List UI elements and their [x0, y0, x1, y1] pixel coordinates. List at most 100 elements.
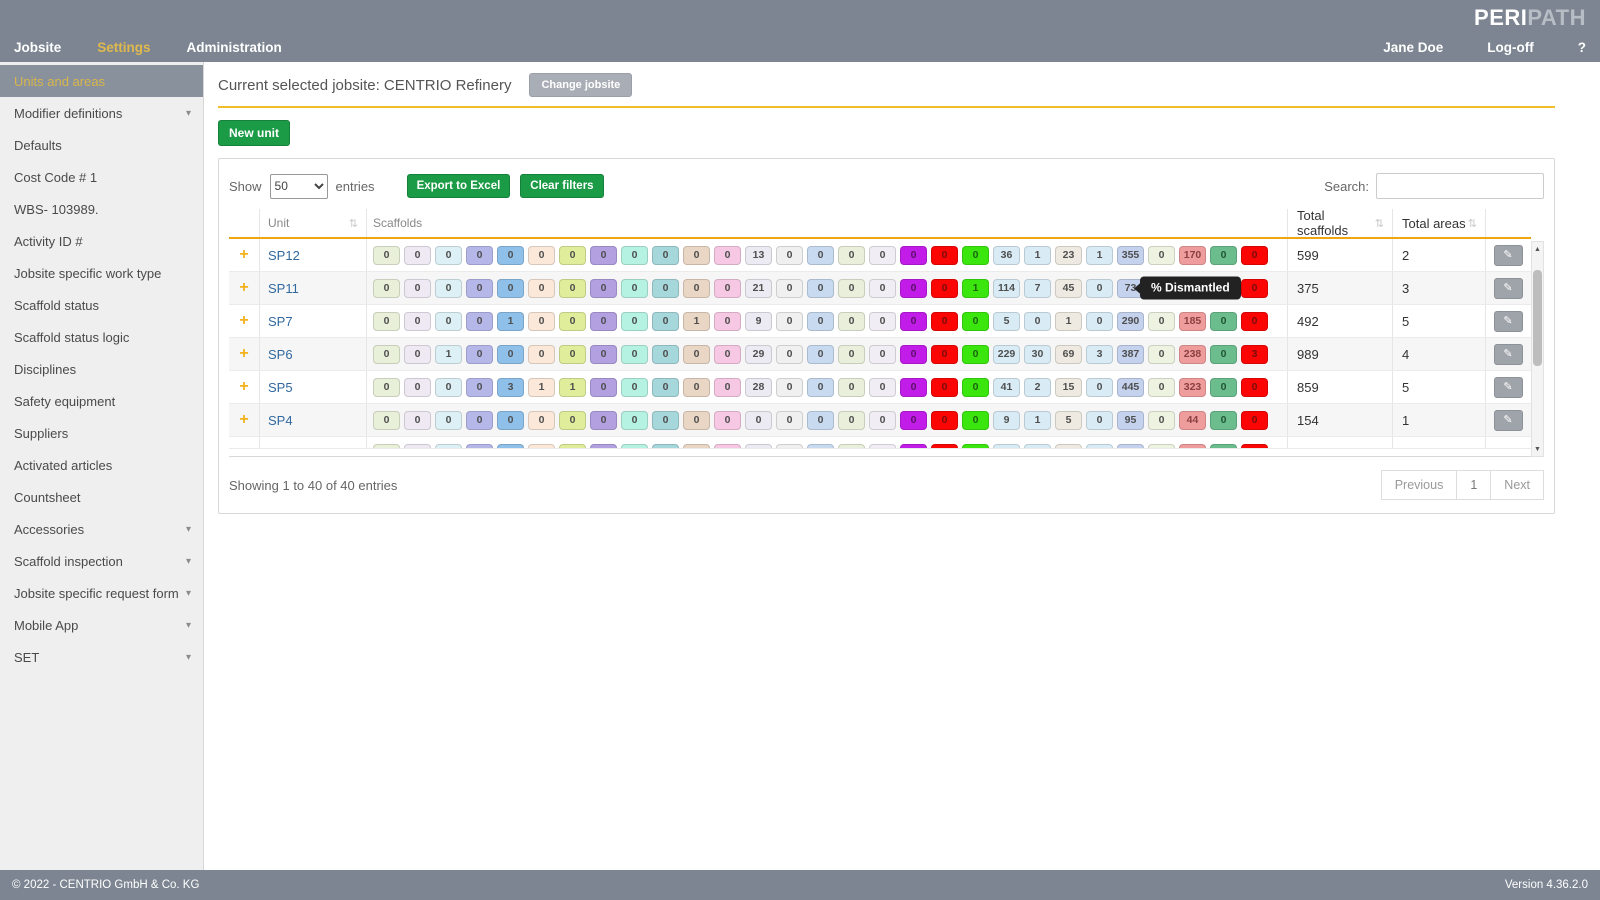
- scaffold-count-badge: 1: [1055, 312, 1082, 331]
- scaffold-count-badge: 0: [931, 345, 958, 364]
- sidebar-item-scaffold-inspection[interactable]: Scaffold inspection▾: [0, 545, 203, 577]
- total-scaffolds-cell: 859: [1287, 371, 1392, 403]
- vertical-scrollbar[interactable]: ▲ ▼: [1531, 241, 1544, 457]
- main-content: Current selected jobsite: CENTRIO Refine…: [204, 62, 1600, 870]
- sidebar-item-scaffold-status-logic[interactable]: Scaffold status logic: [0, 321, 203, 353]
- sidebar-item-label: Accessories: [14, 522, 84, 537]
- logoff-button[interactable]: Log-off: [1487, 40, 1533, 55]
- sidebar-item-label: Cost Code # 1: [14, 170, 97, 185]
- scaffold-count-badge: 0: [1210, 312, 1237, 331]
- edit-row-button[interactable]: ✎: [1494, 311, 1523, 332]
- scroll-up-icon[interactable]: ▲: [1532, 242, 1543, 256]
- expand-row-button[interactable]: +: [239, 346, 248, 362]
- scroll-track[interactable]: [1532, 256, 1543, 442]
- scaffold-count-badge: 45: [1055, 279, 1082, 298]
- edit-row-button[interactable]: ✎: [1494, 278, 1523, 299]
- scaffold-count-badge: 0: [931, 411, 958, 430]
- expand-row-button[interactable]: +: [239, 379, 248, 395]
- expand-row-button[interactable]: +: [239, 280, 248, 296]
- scaffold-count-badge: 0: [838, 312, 865, 331]
- scaffold-count-badge: 1: [497, 312, 524, 331]
- unit-cell: SP5: [259, 371, 366, 403]
- edit-row-button[interactable]: ✎: [1494, 377, 1523, 398]
- unit-link[interactable]: SP7: [268, 314, 293, 329]
- expand-cell: +: [229, 371, 259, 403]
- page-number-button[interactable]: 1: [1457, 470, 1490, 500]
- scaffold-count-badge: 9: [745, 312, 772, 331]
- sidebar-item-defaults[interactable]: Defaults: [0, 129, 203, 161]
- scaffold-count-badge: 0: [1148, 345, 1175, 364]
- nav-item-jobsite[interactable]: Jobsite: [14, 40, 61, 55]
- sidebar-item-modifier-definitions[interactable]: Modifier definitions▾: [0, 97, 203, 129]
- expand-row-button[interactable]: +: [239, 247, 248, 263]
- nav-item-settings[interactable]: Settings: [97, 40, 150, 55]
- scaffold-count-badge: 30: [1024, 345, 1051, 364]
- scaffold-count-badge: 114: [993, 279, 1020, 298]
- table-toolbar: Show 50 entries Export to Excel Clear fi…: [229, 169, 1544, 203]
- dismantled-tooltip: % Dismantled: [1140, 277, 1241, 300]
- unit-link[interactable]: SP11: [268, 281, 299, 296]
- scaffold-count-badge: 0: [962, 378, 989, 397]
- scaffold-count-badge: 445: [1117, 378, 1144, 397]
- sort-icon[interactable]: ⇅: [1375, 217, 1384, 230]
- header-unit[interactable]: Unit⇅: [259, 209, 366, 237]
- sidebar-item-activity-id[interactable]: Activity ID #: [0, 225, 203, 257]
- scaffold-count-badge: 1: [1086, 246, 1113, 265]
- search-input[interactable]: [1376, 173, 1544, 199]
- scroll-down-icon[interactable]: ▼: [1532, 442, 1543, 456]
- header-total-scaffolds[interactable]: Total scaffolds⇅: [1287, 209, 1392, 237]
- help-icon[interactable]: ?: [1578, 40, 1586, 55]
- sidebar-item-set[interactable]: SET▾: [0, 641, 203, 673]
- user-name[interactable]: Jane Doe: [1383, 40, 1443, 55]
- edit-cell: ✎: [1485, 239, 1530, 271]
- sidebar-item-accessories[interactable]: Accessories▾: [0, 513, 203, 545]
- sidebar-item-activated-articles[interactable]: Activated articles: [0, 449, 203, 481]
- scaffold-count-badge: 0: [435, 246, 462, 265]
- edit-row-button[interactable]: ✎: [1494, 410, 1523, 431]
- sidebar-item-units-and-areas[interactable]: Units and areas: [0, 65, 203, 97]
- next-page-button[interactable]: Next: [1490, 470, 1544, 500]
- expand-row-button[interactable]: +: [239, 412, 248, 428]
- scaffold-count-badge: 0: [404, 279, 431, 298]
- logo-peri: PERI: [1474, 5, 1527, 30]
- edit-cell: ✎: [1485, 272, 1530, 304]
- scaffold-count-badge: 0: [683, 279, 710, 298]
- scaffold-count-badge: 0: [652, 411, 679, 430]
- sort-icon[interactable]: ⇅: [349, 217, 358, 230]
- edit-row-button[interactable]: ✎: [1494, 245, 1523, 266]
- nav-item-administration[interactable]: Administration: [187, 40, 282, 55]
- scaffold-count-badge: 0: [869, 411, 896, 430]
- scaffold-count-badge: 0: [838, 345, 865, 364]
- scaffold-count-badge: 0: [869, 345, 896, 364]
- clear-filters-button[interactable]: Clear filters: [520, 174, 603, 198]
- page-size-select[interactable]: 50: [270, 174, 328, 199]
- expand-row-button[interactable]: +: [239, 313, 248, 329]
- sidebar-item-scaffold-status[interactable]: Scaffold status: [0, 289, 203, 321]
- sidebar-item-mobile-app[interactable]: Mobile App▾: [0, 609, 203, 641]
- sidebar-item-disciplines[interactable]: Disciplines: [0, 353, 203, 385]
- sidebar-item-jobsite-specific-work-type[interactable]: Jobsite specific work type: [0, 257, 203, 289]
- sidebar-item-cost-code-1[interactable]: Cost Code # 1: [0, 161, 203, 193]
- total-areas-cell: 4: [1392, 338, 1485, 370]
- sidebar-item-suppliers[interactable]: Suppliers: [0, 417, 203, 449]
- sidebar-items: Units and areasModifier definitions▾Defa…: [0, 65, 203, 673]
- header-total-areas[interactable]: Total areas⇅: [1392, 209, 1485, 237]
- unit-link[interactable]: SP12: [268, 248, 300, 263]
- export-excel-button[interactable]: Export to Excel: [407, 174, 511, 198]
- previous-page-button[interactable]: Previous: [1381, 470, 1458, 500]
- sidebar-item-label: Scaffold status logic: [14, 330, 129, 345]
- edit-row-button[interactable]: ✎: [1494, 344, 1523, 365]
- change-jobsite-button[interactable]: Change jobsite: [529, 73, 632, 97]
- sort-icon[interactable]: ⇅: [1468, 217, 1477, 230]
- unit-link[interactable]: SP6: [268, 347, 293, 362]
- sidebar-item-countsheet[interactable]: Countsheet: [0, 481, 203, 513]
- sidebar-item-label: Modifier definitions: [14, 106, 122, 121]
- unit-link[interactable]: SP5: [268, 380, 293, 395]
- new-unit-button[interactable]: New unit: [218, 120, 290, 146]
- unit-link[interactable]: SP4: [268, 413, 293, 428]
- sidebar-item-jobsite-specific-request-form[interactable]: Jobsite specific request form▾: [0, 577, 203, 609]
- scaffold-count-badge: 7: [1024, 279, 1051, 298]
- scroll-thumb[interactable]: [1533, 270, 1542, 366]
- sidebar-item-safety-equipment[interactable]: Safety equipment: [0, 385, 203, 417]
- sidebar-item-wbs-103989[interactable]: WBS- 103989.: [0, 193, 203, 225]
